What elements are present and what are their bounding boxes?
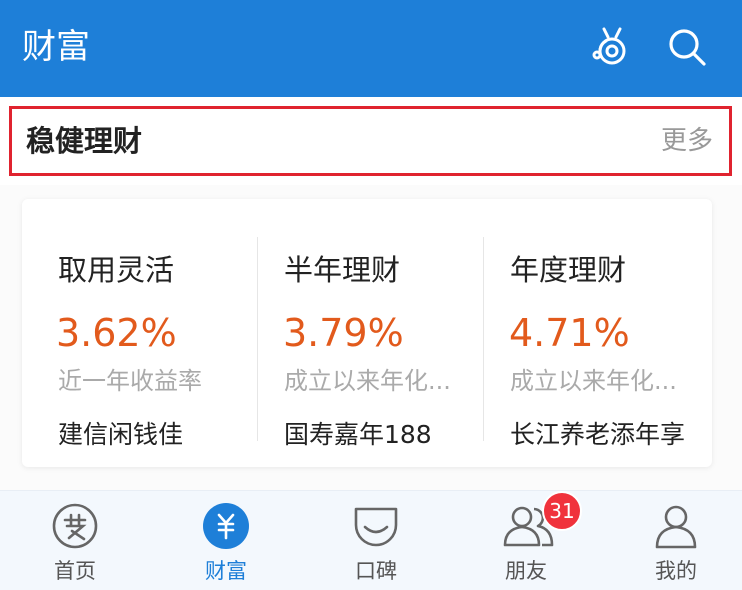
product-item[interactable]: 年度理财 4.71% 成立以来年化... 长江养老添年享: [483, 199, 709, 467]
tab-label: 我的: [655, 559, 697, 583]
tab-koubei[interactable]: 口碑: [302, 491, 450, 590]
customer-service-icon[interactable]: [588, 24, 634, 70]
product-fund-name: 建信闲钱佳: [58, 420, 184, 449]
product-rate: 3.62%: [56, 311, 177, 355]
koubei-icon: [351, 501, 401, 551]
tab-friends[interactable]: 31 朋友: [452, 491, 600, 590]
profile-icon: [651, 501, 701, 551]
search-icon[interactable]: [664, 24, 710, 70]
page-title: 财富: [22, 27, 90, 67]
product-rate: 4.71%: [509, 311, 630, 355]
tab-wealth[interactable]: 财富: [152, 491, 300, 590]
yuan-wealth-icon: [201, 501, 251, 551]
top-app-bar: 财富: [0, 0, 742, 97]
product-rate: 3.79%: [283, 311, 404, 355]
tab-label: 朋友: [505, 559, 547, 583]
tab-label: 口碑: [355, 559, 397, 583]
products-area: 取用灵活 3.62% 近一年收益率 建信闲钱佳 半年理财 3.79% 成立以来年…: [0, 185, 742, 490]
section-header: 稳健理财 更多: [0, 97, 742, 185]
product-name: 取用灵活: [58, 253, 175, 287]
product-rate-label: 成立以来年化...: [510, 367, 677, 395]
bottom-tab-bar: 首页 财富 口碑 31 朋友 我的: [0, 490, 742, 590]
product-rate-label: 成立以来年化...: [284, 367, 451, 395]
column-divider: [257, 237, 258, 441]
more-link[interactable]: 更多: [661, 123, 713, 159]
column-divider: [483, 237, 484, 441]
product-item[interactable]: 半年理财 3.79% 成立以来年化... 国寿嘉年188: [257, 199, 483, 467]
section-title: 稳健理财: [26, 124, 143, 158]
product-name: 半年理财: [284, 253, 401, 287]
product-fund-name: 国寿嘉年188: [284, 420, 432, 449]
product-item[interactable]: 取用灵活 3.62% 近一年收益率 建信闲钱佳: [22, 199, 248, 467]
product-fund-name: 长江养老添年享: [510, 420, 686, 449]
highlight-box: 稳健理财 更多: [9, 106, 732, 176]
tab-label: 财富: [205, 559, 247, 583]
tab-home[interactable]: 首页: [1, 491, 149, 590]
alipay-home-icon: [50, 501, 100, 551]
product-rate-label: 近一年收益率: [58, 367, 202, 395]
tab-me[interactable]: 我的: [602, 491, 742, 590]
tab-label: 首页: [54, 559, 96, 583]
product-card: 取用灵活 3.62% 近一年收益率 建信闲钱佳 半年理财 3.79% 成立以来年…: [22, 199, 712, 467]
notification-badge: 31: [542, 491, 582, 531]
product-name: 年度理财: [510, 253, 627, 287]
